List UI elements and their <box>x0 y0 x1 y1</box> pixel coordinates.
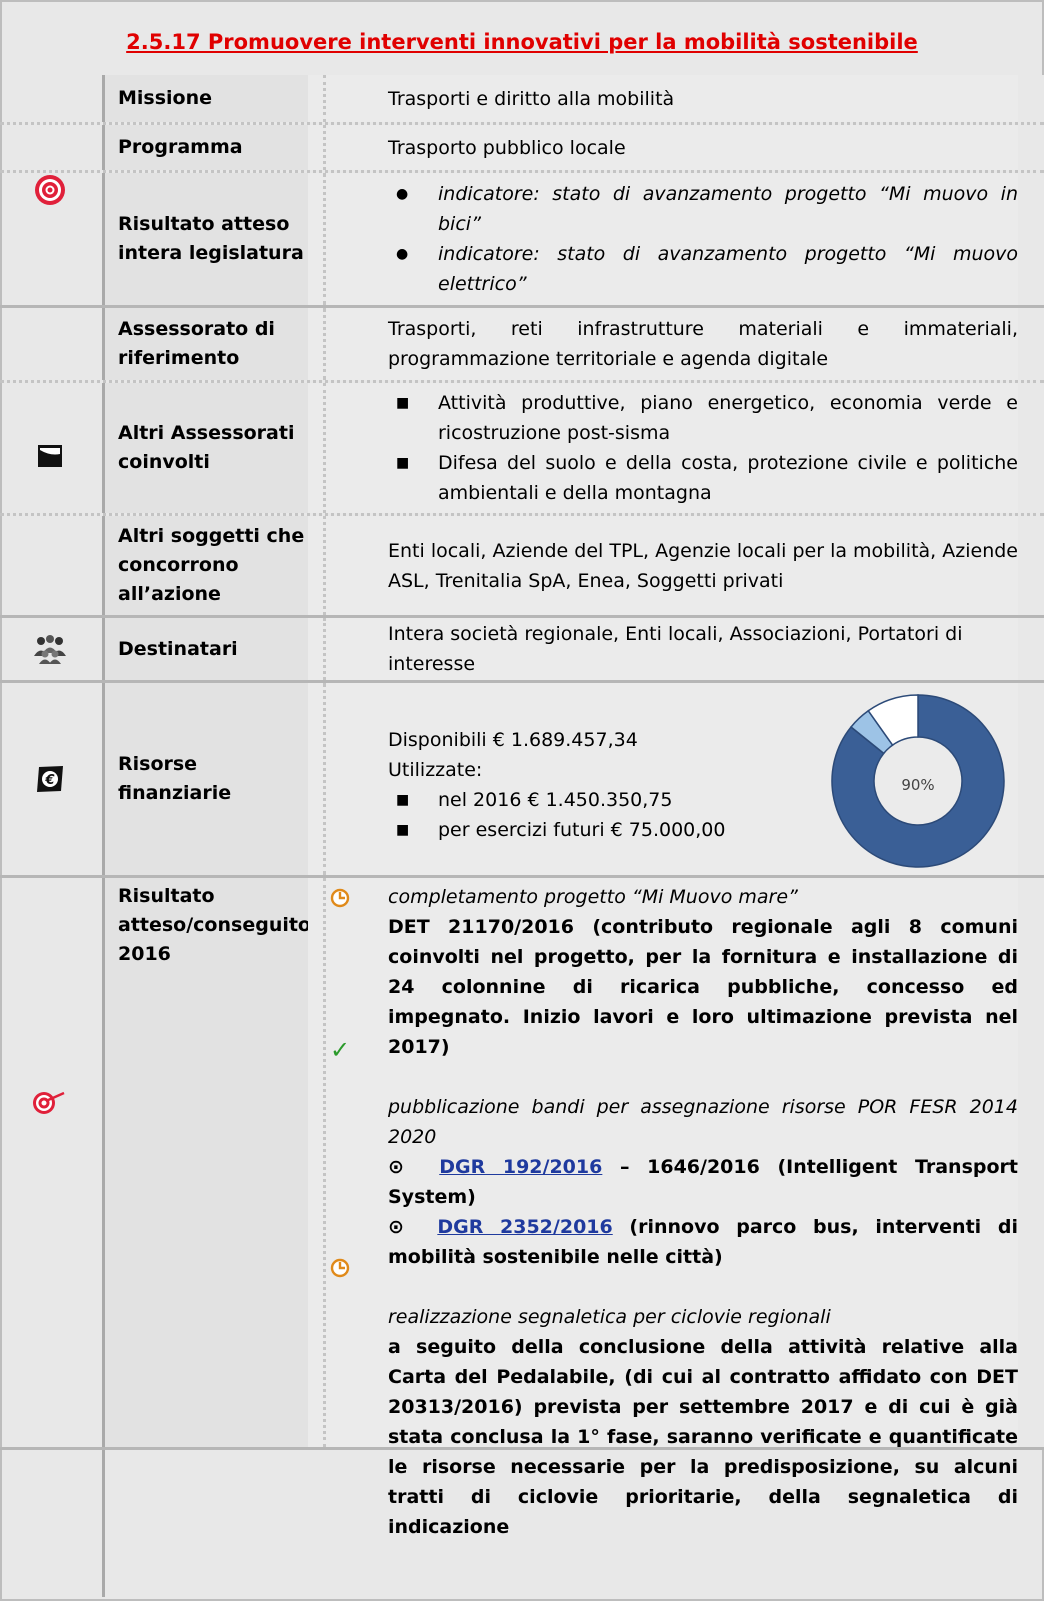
label-risultato-legislatura: Risultato atteso intera legislatura <box>102 173 308 305</box>
entry-body: DET 21170/2016 (contributo regionale agl… <box>388 916 1018 1058</box>
list-item: ■ per esercizi futuri € 75.000,00 <box>396 819 726 841</box>
radio-bullet-icon: ⊙ <box>388 1216 404 1238</box>
value-assessorato: Trasporti, reti infrastrutture materiali… <box>378 308 1018 380</box>
flag-icon <box>0 398 100 513</box>
value-destinatari: Intera società regionale, Enti locali, A… <box>378 618 1018 680</box>
label-destinatari: Destinatari <box>118 637 238 660</box>
page-title: 2.5.17 Promuovere interventi innovativi … <box>126 30 918 54</box>
list-item: ● indicatore: stato di avanzamento proget… <box>396 183 1018 235</box>
row-missione: Missione Trasporti e diritto alla mobili… <box>0 75 1044 125</box>
label-risorse: Risorse finanziarie <box>102 683 308 875</box>
donut-center-label: 90% <box>901 776 934 794</box>
check-icon: ✓ <box>329 1036 351 1064</box>
dart-target-icon <box>0 758 100 1447</box>
entry-body: ⊙ DGR 192/2016 – 1646/2016 (Intelligent … <box>388 1156 1018 1208</box>
entry-body: ⊙ DGR 2352/2016 (rinnovo parco bus, inte… <box>388 1216 1018 1268</box>
row-risultato-2016: Risultato atteso/conseguito 2016 ✓ complet… <box>0 878 1044 1538</box>
value-programma: Trasporto pubblico locale <box>388 136 626 159</box>
row-altri-soggetti: Altri soggetti che concorrono all’azione E… <box>0 516 1044 618</box>
label-risultato-2016: Risultato atteso/conseguito 2016 <box>102 878 311 1447</box>
label-altri-soggetti: Altri soggetti che concorrono all’azione <box>102 516 308 615</box>
list-item: ● indicatore: stato di avanzamento proget… <box>396 243 1018 295</box>
utilizzate-text: Utilizzate: <box>388 759 483 781</box>
target-icon <box>0 75 100 305</box>
label-assessorato: Assessorato di riferimento <box>102 308 308 380</box>
disponibili-text: Disponibili € 1.689.457,34 <box>388 729 638 751</box>
row-risorse: € Risorse finanziarie Disponibili € 1.689… <box>0 683 1044 878</box>
resources-donut-chart: 90% <box>831 694 1005 868</box>
row-empty <box>0 1450 1044 1597</box>
row-altri-assessorati: Altri Assessorati coinvolti ■ Attività pro… <box>0 383 1044 516</box>
in-progress-icon <box>325 888 355 912</box>
dgr-2352-link[interactable]: DGR 2352/2016 <box>437 1216 612 1238</box>
people-icon <box>0 618 100 680</box>
dgr-192-link[interactable]: DGR 192/2016 <box>439 1156 602 1178</box>
row-programma: Programma Trasporto pubblico locale <box>0 125 1044 173</box>
entry-heading: completamento progetto “Mi Muovo mare” <box>388 886 798 908</box>
list-item: ■ Attività produttive, piano energetico, … <box>396 392 1018 444</box>
row-assessorato: Assessorato di riferimento Trasporti, ret… <box>0 308 1044 383</box>
value-missione: Trasporti e diritto alla mobilità <box>378 75 1018 122</box>
row-risultato-legislatura: Risultato atteso intera legislatura ● indi… <box>0 173 1044 308</box>
entry-heading: realizzazione segnaletica per ciclovie r… <box>388 1306 831 1328</box>
value-altri-soggetti: Enti locali, Aziende del TPL, Agenzie lo… <box>378 516 1018 615</box>
radio-bullet-icon: ⊙ <box>388 1156 404 1178</box>
list-item: ■ Difesa del suolo e della costa, protezi… <box>396 452 1018 504</box>
in-progress-icon <box>325 1258 355 1282</box>
entry-heading: pubblicazione bandi per assegnazione ris… <box>388 1096 1018 1148</box>
label-missione: Missione <box>102 75 308 122</box>
label-altri-assessorati: Altri Assessorati coinvolti <box>102 383 308 513</box>
list-item: ■ nel 2016 € 1.450.350,75 <box>396 789 673 811</box>
label-programma: Programma <box>118 136 243 158</box>
row-destinatari: Destinatari Intera società regionale, En… <box>0 618 1044 683</box>
